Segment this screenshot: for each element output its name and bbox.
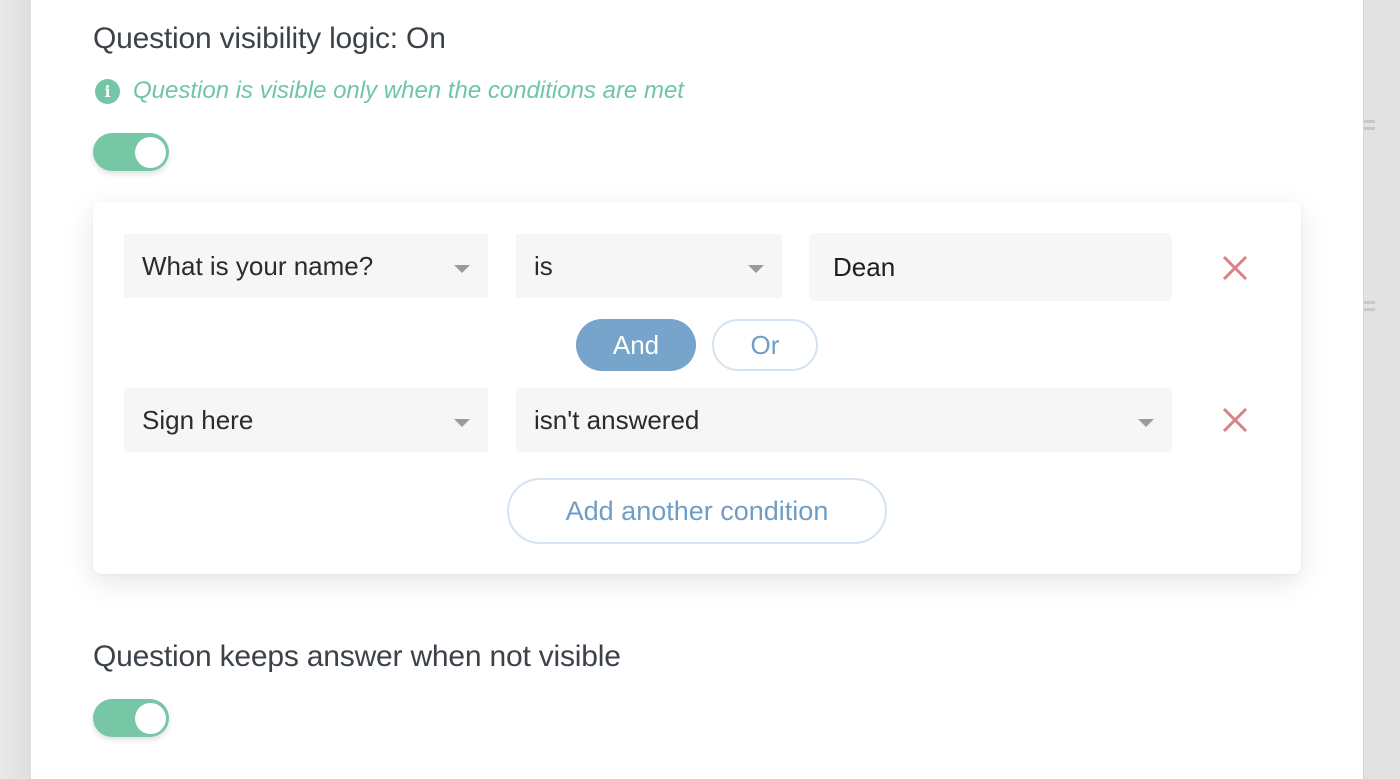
- visibility-logic-toggle[interactable]: [93, 133, 169, 171]
- visibility-hint-text: Question is visible only when the condit…: [133, 77, 684, 104]
- toggle-knob: [135, 703, 166, 734]
- chevron-down-icon: [454, 265, 470, 273]
- conditions-card: What is your name? is Dean And Or Sign h…: [93, 202, 1301, 574]
- condition-2-question-value: Sign here: [142, 404, 254, 435]
- condition-1-value-input[interactable]: Dean: [809, 233, 1172, 301]
- condition-2-question-select[interactable]: Sign here: [124, 388, 488, 452]
- condition-1-operator-value: is: [534, 250, 553, 281]
- condition-1-value-text: Dean: [833, 251, 896, 282]
- keep-answer-toggle[interactable]: [93, 699, 169, 737]
- drag-handle-icon[interactable]: [1364, 301, 1375, 311]
- condition-2-operator-value: isn't answered: [534, 404, 700, 435]
- question-settings-panel: Question visibility logic: On i Question…: [31, 0, 1363, 779]
- condition-1-operator-select[interactable]: is: [516, 234, 782, 298]
- chevron-down-icon: [748, 265, 764, 273]
- chevron-down-icon: [454, 419, 470, 427]
- add-condition-button[interactable]: Add another condition: [507, 478, 887, 544]
- toggle-knob: [135, 137, 166, 168]
- combinator-or-button[interactable]: Or: [712, 319, 818, 371]
- keep-answer-title: Question keeps answer when not visible: [93, 640, 621, 673]
- left-gutter: [0, 0, 31, 779]
- combinator-and-button[interactable]: And: [576, 319, 696, 371]
- condition-2-operator-select[interactable]: isn't answered: [516, 388, 1172, 452]
- info-icon: i: [95, 78, 120, 104]
- condition-1-question-select[interactable]: What is your name?: [124, 234, 488, 298]
- right-gutter: [1363, 0, 1400, 779]
- visibility-logic-title: Question visibility logic: On: [93, 22, 446, 55]
- close-icon: [1222, 255, 1248, 281]
- condition-2-remove-button[interactable]: [1217, 402, 1253, 438]
- condition-1-question-value: What is your name?: [142, 250, 374, 281]
- chevron-down-icon: [1138, 419, 1154, 427]
- condition-1-remove-button[interactable]: [1217, 250, 1253, 286]
- close-icon: [1222, 407, 1248, 433]
- visibility-hint: i Question is visible only when the cond…: [95, 77, 684, 105]
- drag-handle-icon[interactable]: [1364, 120, 1375, 130]
